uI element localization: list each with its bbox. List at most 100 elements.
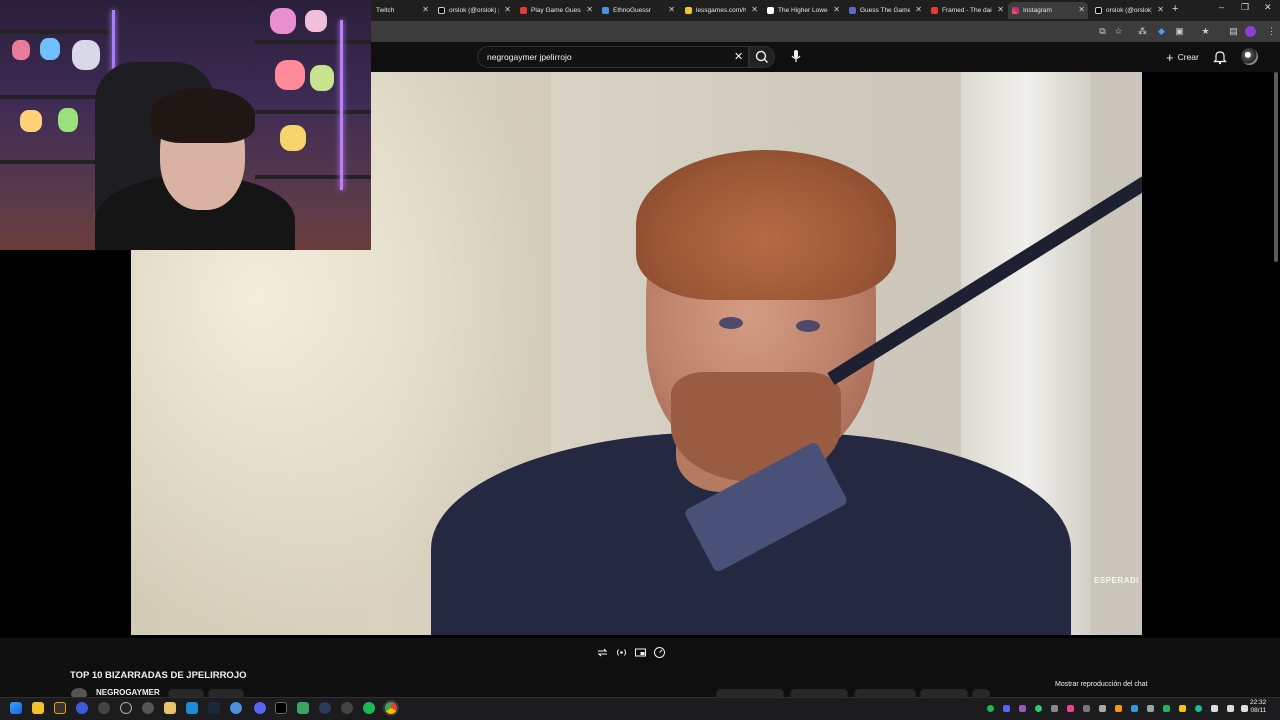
spotify-icon[interactable] [363,702,375,714]
file-explorer-icon[interactable] [32,702,44,714]
tab-ethnoguessr[interactable]: EthnoGuessr ✕ [598,2,678,19]
app-icon[interactable] [186,702,198,714]
taskbar-clock[interactable]: 22:32 08/11 [1250,699,1266,715]
tray-discord-icon[interactable] [1003,705,1010,712]
epic-games-icon[interactable] [98,702,110,714]
ethnoguessr-icon [602,7,609,14]
tab-close-icon[interactable]: ✕ [422,5,429,14]
tab-twitch[interactable]: Twitch ✕ [372,2,432,19]
loop-icon[interactable] [596,646,609,659]
tab-close-icon[interactable]: ✕ [751,5,758,14]
microphone-icon[interactable] [787,47,805,65]
search-app-icon[interactable] [54,702,66,714]
plush [275,60,305,90]
tab-instagram[interactable]: Instagram ✕ [1008,2,1088,19]
new-tab-button[interactable]: + [1172,3,1178,15]
bookmarks-icon[interactable]: ★ [1200,26,1211,37]
channel-name[interactable]: NEGROGAYMER [96,688,160,697]
search-button[interactable] [749,46,775,68]
tiktok-icon [438,7,445,14]
tab-tiktok-orslok[interactable]: orslok (@orslok) | TikTok ✕ [434,2,514,19]
lessgames-icon [685,7,692,14]
tray-app-icon[interactable] [1115,705,1122,712]
discord-icon[interactable] [254,702,266,714]
chrome-icon[interactable] [385,702,397,714]
tray-app-icon[interactable] [1067,705,1074,712]
tray-app-icon[interactable] [1163,705,1170,712]
tray-app-icon[interactable] [1179,705,1186,712]
tray-app-icon[interactable] [1099,705,1106,712]
obs-icon[interactable] [120,702,132,714]
higher-lower-icon [767,7,774,14]
tab-close-icon[interactable]: ✕ [997,5,1004,14]
ccleaner-icon[interactable] [319,702,331,714]
person-hair [636,150,896,300]
chrome-dev-icon[interactable] [341,702,353,714]
tab-label: Instagram [1023,7,1052,14]
page-scrollbar[interactable] [1274,72,1278,262]
app-icon[interactable] [297,702,309,714]
create-button[interactable]: + Crear [1166,49,1199,65]
tab-close-icon[interactable]: ✕ [668,5,675,14]
extension-shield-icon[interactable]: ◆ [1156,26,1167,37]
tray-app-icon[interactable] [1195,705,1202,712]
tab-label: Twitch [376,7,395,14]
app-icon[interactable] [230,702,242,714]
extension-icon[interactable]: ⁂ [1137,26,1148,37]
tab-higher-lower[interactable]: The Higher Lower Game ✕ [763,2,843,19]
vivaldi-icon[interactable] [76,702,88,714]
tray-app-icon[interactable] [1083,705,1090,712]
tab-tiktok-orslok-2[interactable]: orslok (@orslok) | TikTok ✕ [1091,2,1167,19]
profile-icon[interactable] [1245,26,1256,37]
tab-close-icon[interactable]: ✕ [833,5,840,14]
tab-label: orslok (@orslok) | TikTok [449,7,499,14]
figurine [40,38,60,60]
sidebar-icon[interactable]: ▤ [1228,26,1239,37]
close-window-button[interactable]: ✕ [1264,2,1272,13]
minimize-button[interactable]: – [1219,2,1224,12]
tray-spotify-icon[interactable] [987,705,994,712]
figurine [58,108,78,132]
search-input[interactable]: negrogaymer jpelirrojo ✕ [477,46,749,68]
tab-close-icon[interactable]: ✕ [1078,5,1085,14]
account-avatar[interactable] [1241,48,1258,65]
miniplayer-icon[interactable] [634,646,647,659]
tab-label: EthnoGuessr [613,7,651,14]
pencil-app-icon[interactable] [164,702,176,714]
voicemeeter-icon[interactable] [142,702,154,714]
tab-close-icon[interactable]: ✕ [1157,5,1164,14]
tiktok-app-icon[interactable] [275,702,287,714]
tray-app-icon[interactable] [1035,705,1042,712]
tab-game-guesser[interactable]: Play Game Guesser ✕ [516,2,596,19]
shelf [255,110,371,114]
install-app-icon[interactable]: ⧉ [1097,26,1108,37]
notifications-bell-icon[interactable] [1213,49,1227,65]
tab-close-icon[interactable]: ✕ [586,5,593,14]
windows-start-icon[interactable] [10,702,22,714]
steam-icon[interactable] [208,702,220,714]
tab-framed[interactable]: Framed - The daily movie ✕ [927,2,1007,19]
tray-app-icon[interactable] [1131,705,1138,712]
tray-app-icon[interactable] [1019,705,1026,712]
tray-app-icon[interactable] [1051,705,1058,712]
clear-search-icon[interactable]: ✕ [734,50,743,63]
tab-lessgames[interactable]: lessgames.com/higher ✕ [681,2,761,19]
create-label: Crear [1177,52,1199,62]
speed-icon[interactable] [653,646,666,659]
battery-icon[interactable] [1241,705,1248,712]
shelf [0,160,110,164]
tray-app-icon[interactable] [1147,705,1154,712]
tab-close-icon[interactable]: ✕ [504,5,511,14]
person-eye-left [719,317,743,329]
wifi-icon[interactable] [1211,705,1218,712]
volume-icon[interactable] [1227,705,1234,712]
restore-button[interactable]: ❐ [1241,2,1249,13]
extensions-puzzle-icon[interactable]: ▣ [1174,26,1185,37]
menu-dots-icon[interactable]: ⋮ [1266,26,1277,37]
tab-guess-the-game[interactable]: Guess The Game ✕ [845,2,925,19]
broadcast-icon[interactable] [615,646,628,659]
screen: { "browser": { "tabs": [ {"label": "Twit… [0,0,1280,720]
bookmark-star-icon[interactable]: ☆ [1113,26,1124,37]
show-chat-replay-button[interactable]: Mostrar reproducción del chat [1055,681,1148,688]
tab-close-icon[interactable]: ✕ [915,5,922,14]
